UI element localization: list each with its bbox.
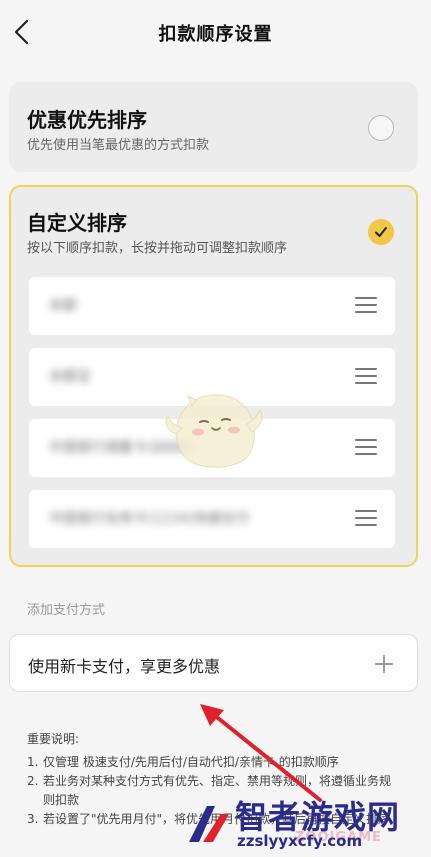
add-new-card-button[interactable]: 使用新卡支付，享更多优惠 (9, 634, 418, 692)
option-best-offer-desc: 优先使用当笔最优惠的方式扣款 (27, 138, 210, 153)
watermark-ghost-text: ZOOIGAME (295, 830, 382, 845)
unselected-radio-icon[interactable] (368, 115, 394, 141)
option-custom-title: 自定义排序 (27, 211, 127, 235)
header-bar: 扣款顺序设置 (0, 0, 431, 66)
drag-handle-icon[interactable] (355, 368, 377, 386)
note-item: 2. 若业务对某种支付方式有优先、指定、禁用等规则，将遵循业务规则扣款 (27, 774, 392, 807)
option-custom-desc: 按以下顺序扣款，长按并拖动可调整扣款顺序 (27, 241, 288, 256)
payment-method-row[interactable]: 余额 (29, 277, 395, 335)
page-title: 扣款顺序设置 (158, 24, 273, 45)
option-best-offer-card[interactable]: 优惠优先排序 优先使用当笔最优惠的方式扣款 (9, 82, 418, 172)
mascot-watermark-icon (165, 394, 263, 468)
watermark-url: zzslyyxcfy.com (237, 832, 363, 850)
important-notes: 重要说明: 1. 仅管理 极速支付/先用后付/自动代扣/亲情卡 的扣款顺序 2. 若… (27, 730, 397, 829)
payment-method-row[interactable]: 中国银行信用卡(1234)快捷支付 (29, 490, 395, 548)
drag-handle-icon[interactable] (355, 297, 377, 315)
payment-method-name: 中国银行信用卡(1234)快捷支付 (49, 511, 250, 527)
notes-title: 重要说明: (27, 732, 80, 746)
plus-icon (375, 655, 393, 673)
drag-handle-icon[interactable] (355, 439, 377, 457)
note-item: 1. 仅管理 极速支付/先用后付/自动代扣/亲情卡 的扣款顺序 (27, 755, 339, 769)
notes-list: 1. 仅管理 极速支付/先用后付/自动代扣/亲情卡 的扣款顺序 2. 若业务对某种支… (27, 753, 397, 829)
drag-handle-icon[interactable] (355, 510, 377, 528)
payment-method-name: 余额宝 (49, 369, 91, 385)
add-payment-label: 添加支付方式 (27, 603, 106, 618)
option-custom-order-card[interactable]: 自定义排序 按以下顺序扣款，长按并拖动可调整扣款顺序 余额 余额宝 中国银行储蓄… (9, 185, 418, 567)
add-new-card-text: 使用新卡支付，享更多优惠 (28, 657, 221, 676)
note-item: 3. 若设置了"优先用月付"，将优先用月付扣款，其后再按自定义排序 (27, 812, 391, 826)
selected-check-icon[interactable] (368, 219, 394, 245)
payment-method-name: 余额 (49, 298, 77, 314)
option-best-offer-title: 优惠优先排序 (27, 108, 147, 132)
